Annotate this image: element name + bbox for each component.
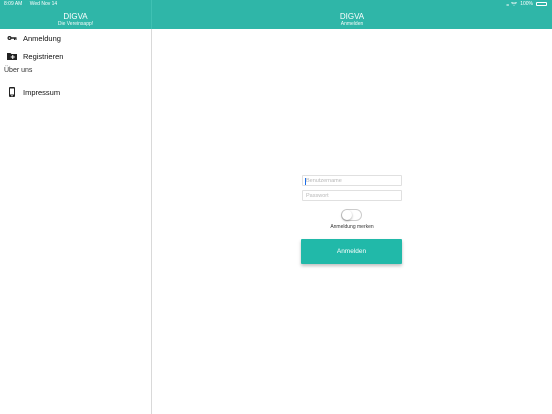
sidebar-item-registrieren[interactable]: Registrieren — [0, 47, 151, 65]
main-header: DIGVA Anmelden — [152, 9, 552, 29]
text-cursor — [305, 178, 306, 185]
sidebar-item-label: Registrieren — [23, 51, 64, 61]
battery-icon — [536, 2, 547, 6]
sidebar-item-impressum[interactable]: Impressum — [0, 83, 151, 101]
remember-label: Anmeldung merken — [330, 224, 374, 230]
status-left: 8:09 AM Wed Nov 14 — [4, 1, 63, 7]
status-right: ••••• 100% — [506, 1, 547, 7]
toggle-knob — [342, 210, 352, 220]
sidebar-header-subtitle: Die Vereinsapp! — [57, 21, 94, 27]
signal-icon: ••••• — [506, 1, 509, 7]
wifi-icon — [511, 2, 518, 6]
password-placeholder: Passwort — [306, 193, 329, 199]
sidebar-item-label: Anmeldung — [23, 33, 61, 43]
status-time: 8:09 AM — [4, 1, 23, 7]
sidebar-header: DIGVA Die Vereinsapp! — [0, 9, 151, 29]
password-input[interactable]: Passwort — [302, 190, 402, 201]
username-input[interactable]: Benutzername — [302, 175, 402, 186]
sidebar-header-title: DIGVA — [63, 12, 88, 21]
sidebar-item-label: Impressum — [23, 87, 61, 97]
status-date: Wed Nov 14 — [29, 1, 58, 7]
key-icon — [7, 33, 17, 43]
sidebar-item-anmeldung[interactable]: Anmeldung — [0, 29, 151, 47]
battery-percent: 100% — [520, 1, 533, 7]
phone-icon — [7, 87, 17, 97]
login-button[interactable]: Anmelden — [301, 239, 402, 264]
status-bar: 8:09 AM Wed Nov 14 ••••• 100% — [0, 0, 552, 9]
main-header-subtitle: Anmelden — [340, 21, 364, 27]
sidebar: Anmeldung Registrieren Über uns Impressu… — [0, 29, 152, 414]
username-placeholder: Benutzername — [306, 178, 342, 184]
section-label-about: Über uns — [4, 67, 33, 74]
login-panel: Benutzername Passwort Anmeldung merken A… — [152, 29, 552, 414]
main-header-title: DIGVA — [339, 12, 365, 21]
folder-add-icon — [7, 51, 17, 61]
remember-toggle[interactable] — [341, 209, 362, 221]
